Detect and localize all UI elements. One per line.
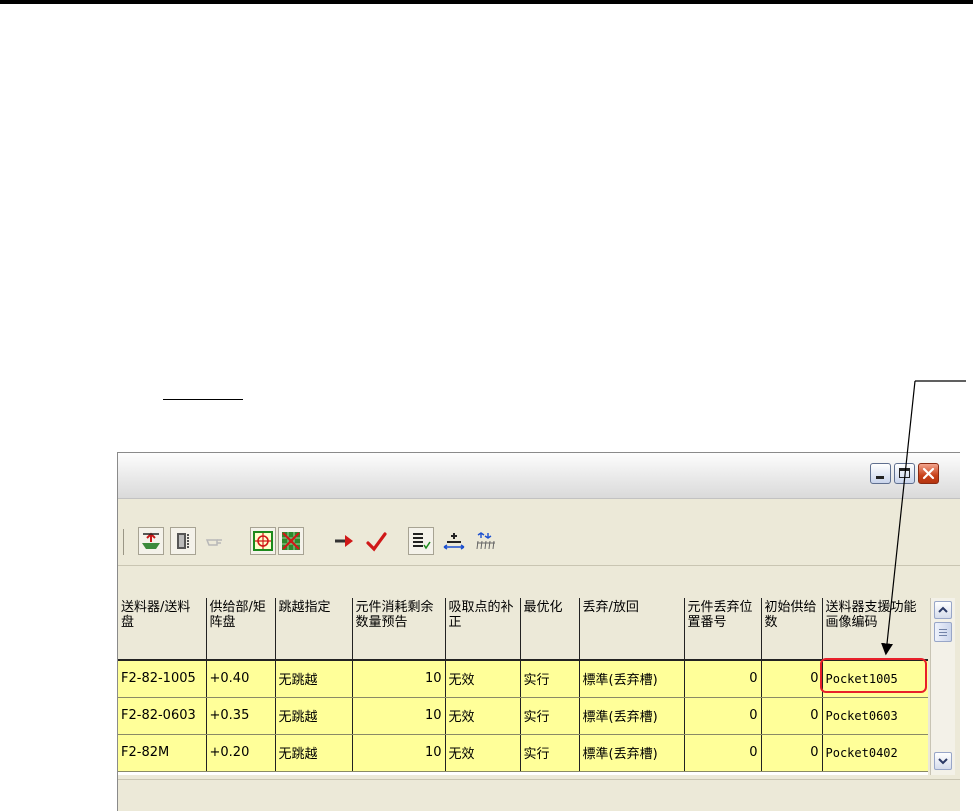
cell-remaining-warning[interactable]: 10 xyxy=(352,697,446,735)
header-remaining-warning[interactable]: 元件消耗剩余数量预告 xyxy=(352,598,446,661)
vertical-scrollbar[interactable] xyxy=(930,598,955,775)
cell-discard[interactable]: 標準(丢弃槽) xyxy=(579,697,685,735)
cell-remaining-warning[interactable]: 10 xyxy=(352,660,446,698)
feeder-up-icon[interactable] xyxy=(138,527,164,555)
cell-image-code[interactable]: Pocket1005 xyxy=(822,660,928,698)
header-initial-supply[interactable]: 初始供给数 xyxy=(761,598,823,661)
cell-discard-position[interactable]: 0 xyxy=(684,734,762,772)
cell-feeder[interactable]: F2-82-1005 xyxy=(118,660,207,698)
header-supply[interactable]: 供给部/矩阵盘 xyxy=(206,598,276,661)
header-pick-correction[interactable]: 吸取点的补正 xyxy=(445,598,521,661)
cell-skip[interactable]: 无跳越 xyxy=(275,660,353,698)
cell-discard[interactable]: 標準(丢弃槽) xyxy=(579,734,685,772)
table-row[interactable]: F2-82-0603 +0.35 无跳越 10 无效 实行 標準(丢弃槽) 0 … xyxy=(118,697,928,735)
table-header-row: 送料器/送料盘 供给部/矩阵盘 跳越指定 元件消耗剩余数量预告 吸取点的补正 最… xyxy=(118,598,928,661)
cell-supply[interactable]: +0.20 xyxy=(206,734,276,772)
feeder-table: 送料器/送料盘 供给部/矩阵盘 跳越指定 元件消耗剩余数量预告 吸取点的补正 最… xyxy=(118,598,928,775)
cell-discard[interactable]: 標準(丢弃槽) xyxy=(579,660,685,698)
header-image-code[interactable]: 送料器支援功能画像编码 xyxy=(822,598,928,661)
maximize-icon[interactable] xyxy=(894,463,915,484)
cell-feeder[interactable]: F2-82-0603 xyxy=(118,697,207,735)
short-rule xyxy=(163,399,243,400)
cell-pick-correction[interactable]: 无效 xyxy=(445,697,521,735)
header-skip[interactable]: 跳越指定 xyxy=(275,598,353,661)
table-row[interactable]: F2-82M +0.20 无跳越 10 无效 实行 標準(丢弃槽) 0 0 Po… xyxy=(118,734,928,772)
cell-remaining-warning[interactable]: 10 xyxy=(352,734,446,772)
top-rule xyxy=(0,0,973,4)
cell-supply[interactable]: +0.40 xyxy=(206,660,276,698)
minimize-icon[interactable] xyxy=(870,463,891,484)
cell-image-code[interactable]: Pocket0603 xyxy=(822,697,928,735)
align-icon[interactable] xyxy=(440,527,466,555)
status-bar xyxy=(118,779,960,811)
title-bar xyxy=(118,453,960,499)
cell-discard-position[interactable]: 0 xyxy=(684,660,762,698)
close-icon[interactable] xyxy=(918,463,939,484)
pitch-icon[interactable] xyxy=(472,527,498,555)
cell-feeder[interactable]: F2-82M xyxy=(118,734,207,772)
cell-skip[interactable]: 无跳越 xyxy=(275,697,353,735)
cell-skip[interactable]: 无跳越 xyxy=(275,734,353,772)
header-feeder[interactable]: 送料器/送料盘 xyxy=(118,598,207,661)
cell-optimize[interactable]: 实行 xyxy=(520,697,580,735)
cell-pick-correction[interactable]: 无效 xyxy=(445,660,521,698)
cell-initial-supply[interactable]: 0 xyxy=(761,734,823,772)
target-icon[interactable] xyxy=(250,527,276,555)
arrow-right-icon[interactable] xyxy=(330,527,356,555)
cell-optimize[interactable]: 实行 xyxy=(520,734,580,772)
grid-cancel-icon[interactable] xyxy=(278,527,304,555)
cell-image-code[interactable]: Pocket0402 xyxy=(822,734,928,772)
header-optimize[interactable]: 最优化 xyxy=(520,598,580,661)
scroll-thumb[interactable] xyxy=(934,622,952,642)
cell-optimize[interactable]: 实行 xyxy=(520,660,580,698)
cell-initial-supply[interactable]: 0 xyxy=(761,697,823,735)
feeder-window: 送料器/送料盘 供给部/矩阵盘 跳越指定 元件消耗剩余数量预告 吸取点的补正 最… xyxy=(117,452,960,811)
cell-initial-supply[interactable]: 0 xyxy=(761,660,823,698)
scroll-up-icon[interactable] xyxy=(934,601,952,619)
scroll-down-icon[interactable] xyxy=(934,752,952,770)
strip-icon[interactable] xyxy=(170,527,196,555)
header-discard[interactable]: 丢弃/放回 xyxy=(579,598,685,661)
checkmark-icon[interactable] xyxy=(362,527,388,555)
toolbar-separator xyxy=(118,529,124,555)
cell-supply[interactable]: +0.35 xyxy=(206,697,276,735)
cell-pick-correction[interactable]: 无效 xyxy=(445,734,521,772)
table-row[interactable]: F2-82-1005 +0.40 无跳越 10 无效 实行 標準(丢弃槽) 0 … xyxy=(118,660,928,698)
header-discard-position[interactable]: 元件丢弃位置番号 xyxy=(684,598,762,661)
hand-pointer-icon[interactable] xyxy=(202,527,228,555)
cell-discard-position[interactable]: 0 xyxy=(684,697,762,735)
list-check-icon[interactable] xyxy=(408,527,434,555)
toolbar xyxy=(118,513,960,566)
